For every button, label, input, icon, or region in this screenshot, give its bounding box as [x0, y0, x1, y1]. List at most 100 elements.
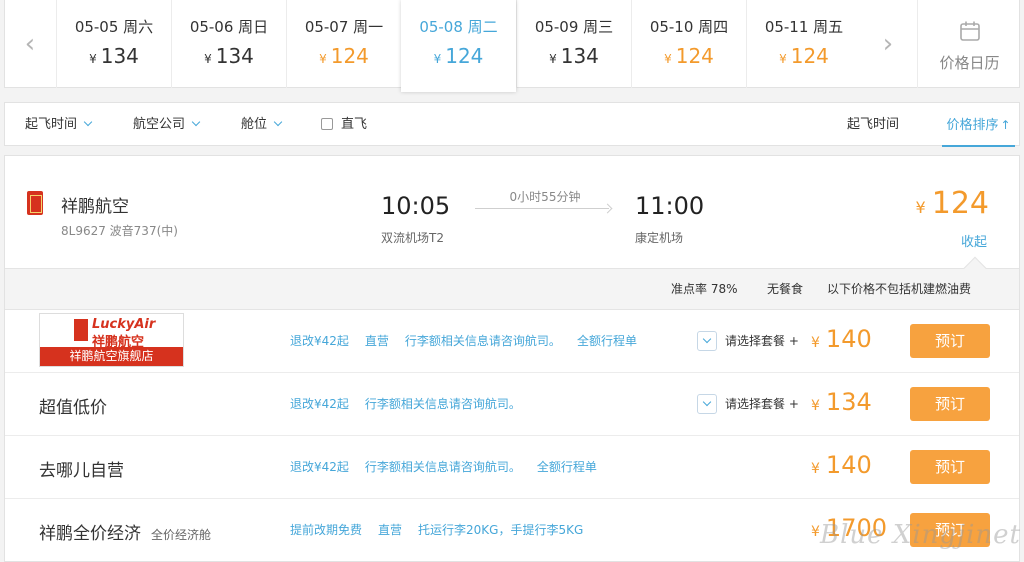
rule-link[interactable]: 行李额相关信息请咨询航司。: [365, 460, 521, 474]
sort-departure-time[interactable]: 起飞时间: [847, 103, 899, 147]
cabin-rules: 退改¥42起 行李额相关信息请咨询航司。 全额行程单: [290, 458, 613, 475]
meal-info: 无餐食: [767, 282, 804, 296]
store-banner: 祥鹏航空旗舰店: [40, 347, 183, 366]
date-price-value: 134: [560, 44, 599, 68]
date-price: ¥134: [57, 44, 171, 68]
chevron-down-icon: [191, 117, 201, 127]
departure-time: 10:05: [381, 192, 451, 220]
currency-symbol: ¥: [779, 52, 787, 66]
arrival-airport: 康定机场: [635, 231, 684, 245]
book-button[interactable]: 预订: [910, 450, 990, 484]
rule-link[interactable]: 托运行李20KG，手提行李5KG: [418, 523, 583, 537]
book-button[interactable]: 预订: [910, 387, 990, 421]
collapse-link[interactable]: 收起: [961, 231, 987, 250]
package-label: 请选择套餐 +: [725, 334, 799, 348]
date-price-value: 124: [330, 44, 369, 68]
currency-symbol: ¥: [811, 461, 820, 477]
sort-departure-time-label: 起飞时间: [847, 117, 900, 132]
date-strip: ‹ 05-05 周六 ¥134 05-06 周日 ¥134 05-07 周一 ¥124 05…: [4, 0, 1021, 92]
date-price: ¥134: [517, 44, 631, 68]
currency-symbol: ¥: [204, 52, 212, 66]
currency-symbol: ¥: [433, 52, 442, 66]
chevron-left-icon[interactable]: ‹: [5, 0, 55, 88]
cabin-row: 超值低价 退改¥42起 行李额相关信息请咨询航司。 请选择套餐 + ¥134 预订: [5, 373, 1019, 436]
date-label: 05-07 周一: [304, 18, 384, 36]
flight-duration: 0小时55分钟: [509, 190, 581, 204]
on-time-rate: 准点率 78%: [671, 282, 738, 296]
rule-link[interactable]: 行李额相关信息请咨询航司。: [365, 397, 521, 411]
currency-symbol: ¥: [811, 524, 820, 540]
date-label: 05-10 周四: [649, 18, 729, 36]
flight-price-value: 124: [931, 186, 989, 221]
departure-time-filter-label: 起飞时间: [25, 117, 78, 132]
airline-logo-icon: [27, 191, 43, 215]
date-cell[interactable]: 05-08 周二 ¥124: [401, 0, 516, 92]
cabin-price-value: 140: [825, 325, 872, 353]
flight-lowest-price: ¥124: [916, 186, 989, 221]
cabin-name: 祥鹏全价经济 全价经济舱: [39, 519, 211, 544]
cabin-filter[interactable]: 舱位: [241, 103, 283, 147]
duration-arrow-icon: [475, 208, 609, 209]
date-label: 05-05 周六: [74, 18, 154, 36]
date-price: ¥124: [632, 44, 746, 68]
seal-icon: [74, 319, 88, 341]
cabin-name-text: 去哪儿自营: [39, 461, 124, 481]
package-label: 请选择套餐 +: [725, 397, 799, 411]
date-price-value: 134: [100, 44, 139, 68]
store-logo: LuckyAir 祥鹏航空 祥鹏航空旗舰店: [39, 313, 184, 367]
cabin-row: 祥鹏全价经济 全价经济舱 提前改期免费 直营 托运行李20KG，手提行李5KG ¥1700…: [5, 499, 1019, 562]
price-calendar-button[interactable]: 价格日历: [917, 0, 1021, 88]
cabin-rules: 提前改期免费 直营 托运行李20KG，手提行李5KG: [290, 521, 599, 538]
rule-link[interactable]: 退改¥42起: [290, 460, 349, 474]
filter-bar: 起飞时间 航空公司 舱位 直飞 起飞时间 价格排序 ↑: [4, 102, 1020, 147]
rule-link[interactable]: 直营: [378, 523, 402, 537]
currency-symbol: ¥: [89, 52, 97, 66]
airline-filter-label: 航空公司: [133, 117, 186, 132]
rule-link[interactable]: 直营: [365, 334, 389, 348]
sort-price[interactable]: 价格排序 ↑: [942, 103, 1015, 147]
flight-number: 8L9627 波音737(中): [61, 224, 178, 238]
cabin-row: LuckyAir 祥鹏航空 祥鹏航空旗舰店 退改¥42起 直营 行李额相关信息请咨询航司。…: [5, 310, 1019, 373]
cabin-name: 去哪儿自营: [39, 456, 124, 481]
date-price-value: 124: [790, 44, 829, 68]
book-button[interactable]: 预订: [910, 513, 990, 547]
rule-link[interactable]: 提前改期免费: [290, 523, 362, 537]
currency-symbol: ¥: [549, 52, 557, 66]
date-price: ¥124: [747, 44, 861, 68]
rule-link[interactable]: 全额行程单: [577, 334, 637, 348]
cabin-price: ¥1700: [811, 514, 887, 542]
date-label: 05-09 周三: [534, 18, 614, 36]
cabin-price-value: 140: [825, 451, 872, 479]
sort-price-label: 价格排序: [946, 118, 999, 133]
date-cell[interactable]: 05-06 周日 ¥134: [171, 0, 286, 88]
departure-time-filter[interactable]: 起飞时间: [25, 103, 93, 147]
rule-link[interactable]: 退改¥42起: [290, 334, 349, 348]
date-label: 05-06 周日: [189, 18, 269, 36]
package-select[interactable]: 请选择套餐 +: [697, 394, 799, 414]
cabin-price: ¥134: [811, 388, 872, 416]
date-price-value: 124: [445, 44, 484, 68]
date-cell[interactable]: 05-07 周一 ¥124: [286, 0, 401, 88]
checkbox-icon[interactable]: [321, 117, 333, 130]
date-cell[interactable]: 05-10 周四 ¥124: [631, 0, 746, 88]
currency-symbol: ¥: [915, 198, 926, 217]
currency-symbol: ¥: [319, 52, 327, 66]
date-cell[interactable]: 05-09 周三 ¥134: [516, 0, 631, 88]
rule-link[interactable]: 行李额相关信息请咨询航司。: [405, 334, 561, 348]
cabin-name: 超值低价: [39, 393, 107, 418]
airline-name: 祥鹏航空: [61, 197, 129, 217]
nonstop-checkbox[interactable]: 直飞: [321, 103, 367, 147]
chevron-down-icon: [697, 394, 717, 414]
rule-link[interactable]: 全额行程单: [537, 460, 597, 474]
chevron-down-icon: [697, 331, 717, 351]
date-cell[interactable]: 05-11 周五 ¥124: [746, 0, 861, 88]
package-select[interactable]: 请选择套餐 +: [697, 331, 799, 351]
date-label: 05-08 周二: [419, 18, 498, 36]
airline-filter[interactable]: 航空公司: [133, 103, 201, 147]
cabin-name-text: 超值低价: [39, 398, 107, 418]
book-button[interactable]: 预订: [910, 324, 990, 358]
rule-link[interactable]: 退改¥42起: [290, 397, 349, 411]
date-cell[interactable]: 05-05 周六 ¥134: [56, 0, 171, 88]
currency-symbol: ¥: [664, 52, 672, 66]
chevron-right-icon[interactable]: ›: [863, 0, 913, 88]
